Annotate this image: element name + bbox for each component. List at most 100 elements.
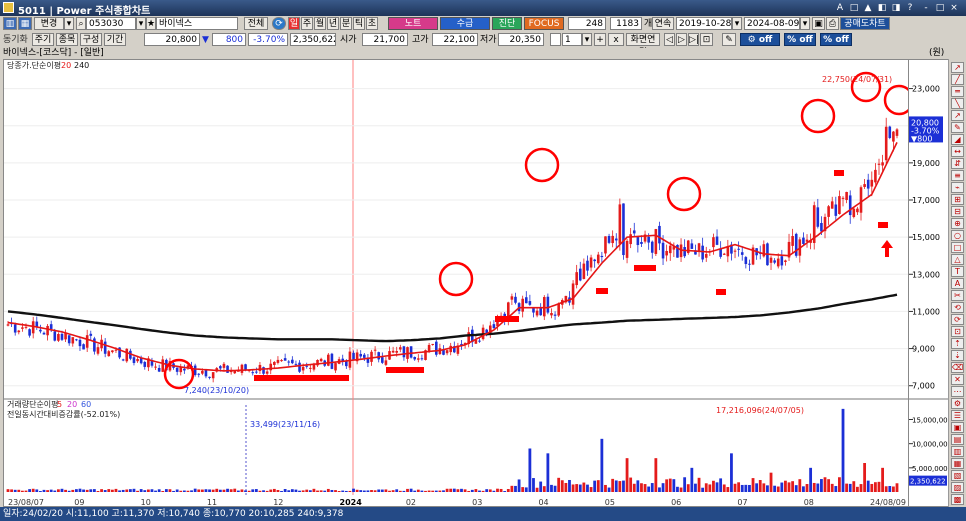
drawing-tool-button[interactable]: ▧ xyxy=(951,470,964,481)
drawing-tool-button[interactable]: ⋯ xyxy=(951,386,964,397)
favorite-star-icon[interactable]: ★ xyxy=(146,17,156,30)
ratio-toggle[interactable]: % off xyxy=(820,33,852,46)
scroll-end-icon[interactable]: ▷| xyxy=(688,33,699,46)
volume-bar xyxy=(755,483,759,492)
data-count-input[interactable]: 248 xyxy=(568,17,606,30)
focus-button[interactable]: FOCUS xyxy=(524,17,564,30)
period-week-button[interactable]: 주 xyxy=(301,17,313,30)
period-minute-button[interactable]: 분 xyxy=(340,17,352,30)
print-icon[interactable]: ⎙ xyxy=(826,17,839,30)
date-to-input[interactable]: 2024-08-09 xyxy=(744,17,800,30)
drawing-tool-button[interactable]: ⇵ xyxy=(951,158,964,169)
drawing-tool-button[interactable]: ◢ xyxy=(951,134,964,145)
change-button[interactable]: 변경 xyxy=(34,17,64,30)
drawing-tool-button[interactable]: ▦ xyxy=(951,458,964,469)
all-button[interactable]: 전체 xyxy=(244,17,268,30)
continuous-button[interactable]: 연속 xyxy=(652,17,674,30)
drawing-tool-button[interactable]: A xyxy=(951,278,964,289)
tab-stock[interactable]: 종목 xyxy=(56,33,78,46)
screen-count-dropdown-icon[interactable]: ▾ xyxy=(582,33,592,46)
date-from-picker-icon[interactable]: ▾ xyxy=(732,17,742,30)
drawing-tool-button[interactable]: ═ xyxy=(951,86,964,97)
drawing-tool-button[interactable]: ✂ xyxy=(951,290,964,301)
period-year-button[interactable]: 년 xyxy=(327,17,339,30)
save-icon[interactable]: ▣ xyxy=(812,17,825,30)
pen-icon[interactable]: ✎ xyxy=(722,33,736,46)
drawing-tool-button[interactable]: T xyxy=(951,266,964,277)
layout-icon[interactable]: ▥ xyxy=(3,17,17,30)
drawing-tool-button[interactable]: △ xyxy=(951,254,964,265)
period-day-button[interactable]: 일 xyxy=(288,17,300,30)
add-icon[interactable]: + xyxy=(594,33,606,46)
stock-code-input[interactable]: 053030 xyxy=(86,17,136,30)
grid-icon[interactable]: ▦ xyxy=(18,17,32,30)
percent-toggle[interactable]: % off xyxy=(784,33,816,46)
supply-button[interactable]: 수급 xyxy=(440,17,490,30)
drawing-tool-button[interactable]: ↗ xyxy=(951,110,964,121)
code-dropdown-icon[interactable]: ▾ xyxy=(136,17,146,30)
date-to-picker-icon[interactable]: ▾ xyxy=(800,17,810,30)
short-sale-chart-button[interactable]: 공매도차트 xyxy=(840,17,890,30)
screen-checkbox[interactable] xyxy=(550,33,561,46)
drawing-tool-button[interactable]: ≡ xyxy=(951,170,964,181)
drawing-tool-button[interactable]: ☰ xyxy=(951,410,964,421)
search-icon[interactable]: ⌕ xyxy=(76,17,86,30)
drawing-tool-button[interactable]: ⌁ xyxy=(951,182,964,193)
change-dropdown-icon[interactable]: ▾ xyxy=(64,17,74,30)
drawing-tool-button[interactable]: ⟲ xyxy=(951,302,964,313)
help-button[interactable]: ? xyxy=(904,2,916,14)
drawing-tool-button[interactable]: ▥ xyxy=(951,446,964,457)
drawing-tool-button[interactable]: ⇣ xyxy=(951,350,964,361)
drawing-tool-button[interactable]: ✕ xyxy=(951,374,964,385)
drawing-tool-button[interactable]: ▩ xyxy=(951,494,964,505)
candles xyxy=(6,117,899,383)
drawing-tool-button[interactable]: ↗ xyxy=(951,62,964,73)
minimize-button[interactable]: - xyxy=(920,2,932,14)
period-second-button[interactable]: 초 xyxy=(366,17,378,30)
scroll-left-icon[interactable]: ◁ xyxy=(664,33,675,46)
tab-period[interactable]: 주기 xyxy=(32,33,54,46)
drawing-tool-button[interactable]: ▤ xyxy=(951,434,964,445)
highlight-circle xyxy=(163,358,195,390)
drawing-tool-button[interactable]: ⟳ xyxy=(951,314,964,325)
font-size-button[interactable]: A xyxy=(834,2,846,14)
screen-link-button[interactable]: 화면연결 xyxy=(626,33,660,58)
period-month-button[interactable]: 월 xyxy=(314,17,326,30)
ratio-icon[interactable]: x xyxy=(608,33,624,46)
screen-count-input[interactable]: 1 xyxy=(562,33,582,46)
diagnosis-button[interactable]: 진단 xyxy=(492,17,522,30)
period-tick-button[interactable]: 틱 xyxy=(353,17,365,30)
split-right-button[interactable]: ◨ xyxy=(890,2,902,14)
drawing-tool-button[interactable]: ⊞ xyxy=(951,194,964,205)
drawing-tool-button[interactable]: ⊟ xyxy=(951,206,964,217)
drawing-tool-button[interactable]: ⚙ xyxy=(951,398,964,409)
date-from-input[interactable]: 2019-10-28 xyxy=(676,17,732,30)
note-button[interactable]: 노트 xyxy=(388,17,438,30)
split-left-button[interactable]: ◧ xyxy=(876,2,888,14)
chart-svg[interactable]: 당종가.단순이평 20 24022,750(24/07/31)7,240(23/10… xyxy=(4,60,909,507)
drawing-tool-button[interactable]: ⊕ xyxy=(951,218,964,229)
drawing-tool-button[interactable]: ╱ xyxy=(951,74,964,85)
scroll-right-icon[interactable]: ▷ xyxy=(676,33,687,46)
drawing-tool-button[interactable]: ↔ xyxy=(951,146,964,157)
drawing-tool-button[interactable]: ╲ xyxy=(951,98,964,109)
drawing-tool-button[interactable]: ⊡ xyxy=(951,326,964,337)
move-up-button[interactable]: ▲ xyxy=(862,2,874,14)
drawing-tool-button[interactable]: ⇡ xyxy=(951,338,964,349)
drawing-tool-button[interactable]: ▣ xyxy=(951,422,964,433)
zoom-icon[interactable]: ⊡ xyxy=(700,33,713,46)
refresh-icon[interactable]: ⟳ xyxy=(272,17,286,30)
close-button[interactable]: × xyxy=(948,2,960,14)
overlay-toggle[interactable]: ⚙ off xyxy=(740,33,780,46)
drawing-tool-button[interactable]: ⌫ xyxy=(951,362,964,373)
drawing-tool-button[interactable]: □ xyxy=(951,242,964,253)
chart-area[interactable]: 당종가.단순이평 20 240 22,750(24/07/31) 7,240(23/10… xyxy=(3,59,909,507)
drawing-tool-button[interactable]: ✎ xyxy=(951,122,964,133)
drawing-tool-button[interactable]: ▨ xyxy=(951,482,964,493)
visible-count-input[interactable]: 1183 xyxy=(610,17,642,30)
restore-layout-button[interactable]: □ xyxy=(848,2,860,14)
drawing-tool-button[interactable]: ○ xyxy=(951,230,964,241)
maximize-button[interactable]: □ xyxy=(934,2,946,14)
tab-range[interactable]: 기간 xyxy=(104,33,126,46)
tab-composition[interactable]: 구성 xyxy=(80,33,102,46)
